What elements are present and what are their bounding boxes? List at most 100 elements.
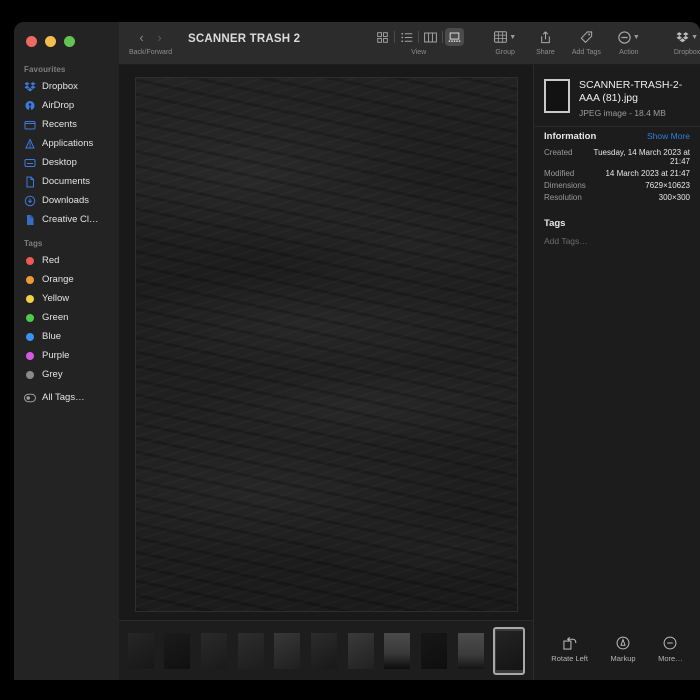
sidebar-item-recents[interactable]: Recents bbox=[14, 115, 119, 134]
sidebar-section-tags: Tags bbox=[14, 229, 119, 251]
info-row-modified: Modified 14 March 2023 at 21:47 bbox=[534, 167, 700, 179]
applications-icon bbox=[24, 138, 36, 150]
info-row-key: Modified bbox=[544, 169, 574, 178]
filmstrip-thumbnail-selected[interactable] bbox=[493, 627, 525, 675]
tags-section-header: Tags bbox=[534, 203, 700, 233]
sidebar-item-label: Desktop bbox=[42, 157, 77, 168]
column-view-button[interactable] bbox=[421, 28, 440, 46]
sidebar-all-tags[interactable]: All Tags… bbox=[14, 388, 119, 407]
sidebar-item-dropbox[interactable]: Dropbox bbox=[14, 77, 119, 96]
sidebar-tag-label: Red bbox=[42, 255, 59, 266]
action-button[interactable]: ▼ Action bbox=[618, 27, 640, 56]
share-label: Share bbox=[536, 49, 555, 56]
markup-button[interactable]: Markup bbox=[611, 636, 636, 663]
chevron-down-icon: ▼ bbox=[509, 34, 516, 41]
info-row-key: Resolution bbox=[544, 193, 582, 202]
image-preview[interactable] bbox=[135, 77, 518, 612]
sidebar-tag-purple[interactable]: Purple bbox=[14, 346, 119, 365]
show-more-link[interactable]: Show More bbox=[647, 131, 690, 141]
add-tags-input[interactable]: Add Tags… bbox=[534, 233, 700, 246]
forward-button[interactable]: › bbox=[155, 31, 165, 44]
back-forward-group: ‹ › Back/Forward bbox=[129, 27, 172, 56]
sidebar-item-applications[interactable]: Applications bbox=[14, 134, 119, 153]
info-row-dimensions: Dimensions 7629×10623 bbox=[534, 179, 700, 191]
info-actions: Rotate Left Markup More… bbox=[534, 624, 700, 680]
add-tags-button[interactable]: Add Tags bbox=[572, 27, 601, 56]
filmstrip[interactable] bbox=[119, 620, 533, 680]
close-button[interactable] bbox=[26, 36, 37, 47]
group-button[interactable]: ▼ Group bbox=[494, 27, 516, 56]
filmstrip-thumbnail[interactable] bbox=[274, 629, 302, 673]
more-button[interactable]: More… bbox=[658, 636, 683, 663]
filmstrip-thumbnail[interactable] bbox=[200, 629, 228, 673]
sidebar-tag-orange[interactable]: Orange bbox=[14, 270, 119, 289]
sidebar-section-favourites: Favourites bbox=[14, 55, 119, 77]
sidebar-tag-label: Purple bbox=[42, 350, 69, 361]
more-label: More… bbox=[658, 654, 683, 663]
file-name: SCANNER-TRASH-2-AAA (81).jpg bbox=[579, 79, 690, 105]
chevron-down-icon: ▼ bbox=[691, 34, 698, 41]
sidebar-item-airdrop[interactable]: AirDrop bbox=[14, 96, 119, 115]
sidebar-item-label: Documents bbox=[42, 176, 90, 187]
sidebar-tag-green[interactable]: Green bbox=[14, 308, 119, 327]
window-controls bbox=[14, 22, 119, 55]
tag-dot-icon bbox=[24, 276, 36, 284]
filmstrip-thumbnail[interactable] bbox=[164, 629, 192, 673]
minimize-button[interactable] bbox=[45, 36, 56, 47]
rotate-left-button[interactable]: Rotate Left bbox=[551, 636, 588, 663]
info-row-key: Created bbox=[544, 148, 572, 166]
sidebar-item-desktop[interactable]: Desktop bbox=[14, 153, 119, 172]
desktop-background: Favourites Dropbox AirDrop Recents Appli… bbox=[0, 0, 700, 700]
share-button[interactable]: Share bbox=[536, 27, 555, 56]
page-title: SCANNER TRASH 2 bbox=[188, 33, 300, 45]
maximize-button[interactable] bbox=[64, 36, 75, 47]
gallery-view-button[interactable] bbox=[445, 28, 464, 46]
filmstrip-thumbnail[interactable] bbox=[383, 629, 411, 673]
sidebar-tag-grey[interactable]: Grey bbox=[14, 365, 119, 384]
sidebar-item-label: Dropbox bbox=[42, 81, 78, 92]
dropbox-icon bbox=[24, 81, 36, 93]
sidebar-item-documents[interactable]: Documents bbox=[14, 172, 119, 191]
list-view-button[interactable] bbox=[397, 28, 416, 46]
sidebar-item-downloads[interactable]: Downloads bbox=[14, 191, 119, 210]
add-tags-label: Add Tags bbox=[572, 49, 601, 56]
markup-label: Markup bbox=[611, 654, 636, 663]
finder-window: Favourites Dropbox AirDrop Recents Appli… bbox=[14, 22, 700, 680]
sidebar-tag-yellow[interactable]: Yellow bbox=[14, 289, 119, 308]
tag-dot-icon bbox=[24, 333, 36, 341]
downloads-icon bbox=[24, 195, 36, 207]
content-area: SCANNER-TRASH-2-AAA (81).jpg JPEG image … bbox=[119, 65, 700, 680]
sidebar-item-creative-cloud[interactable]: Creative Cl… bbox=[14, 210, 119, 229]
filmstrip-thumbnail[interactable] bbox=[127, 629, 155, 673]
airdrop-icon bbox=[24, 100, 36, 112]
back-forward-caption: Back/Forward bbox=[129, 49, 172, 56]
sidebar-item-label: Creative Cl… bbox=[42, 214, 99, 225]
filmstrip-thumbnail[interactable] bbox=[457, 629, 485, 673]
sidebar: Favourites Dropbox AirDrop Recents Appli… bbox=[14, 22, 119, 680]
documents-icon bbox=[24, 176, 36, 188]
back-button[interactable]: ‹ bbox=[137, 31, 147, 44]
rotate-left-icon bbox=[563, 636, 577, 650]
sidebar-item-label: Applications bbox=[42, 138, 93, 149]
view-caption: View bbox=[411, 49, 426, 56]
group-icon bbox=[494, 31, 507, 43]
sidebar-tag-red[interactable]: Red bbox=[14, 251, 119, 270]
info-row-created: Created Tuesday, 14 March 2023 at 21:47 bbox=[534, 146, 700, 167]
sidebar-tag-blue[interactable]: Blue bbox=[14, 327, 119, 346]
desktop-icon bbox=[24, 157, 36, 169]
sidebar-tag-label: Yellow bbox=[42, 293, 69, 304]
info-row-key: Dimensions bbox=[544, 181, 586, 190]
info-row-value: Tuesday, 14 March 2023 at 21:47 bbox=[578, 148, 690, 166]
preview-column bbox=[119, 65, 533, 680]
dropbox-toolbar-button[interactable]: ▼ Dropbox bbox=[674, 27, 700, 56]
icon-view-button[interactable] bbox=[373, 28, 392, 46]
sidebar-all-tags-label: All Tags… bbox=[42, 392, 85, 403]
information-section-header: Information Show More bbox=[534, 126, 700, 146]
share-icon bbox=[540, 31, 551, 44]
filmstrip-thumbnail[interactable] bbox=[237, 629, 265, 673]
info-row-resolution: Resolution 300×300 bbox=[534, 191, 700, 203]
file-meta: JPEG image - 18.4 MB bbox=[579, 108, 690, 118]
filmstrip-thumbnail[interactable] bbox=[420, 629, 448, 673]
filmstrip-thumbnail[interactable] bbox=[310, 629, 338, 673]
filmstrip-thumbnail[interactable] bbox=[347, 629, 375, 673]
